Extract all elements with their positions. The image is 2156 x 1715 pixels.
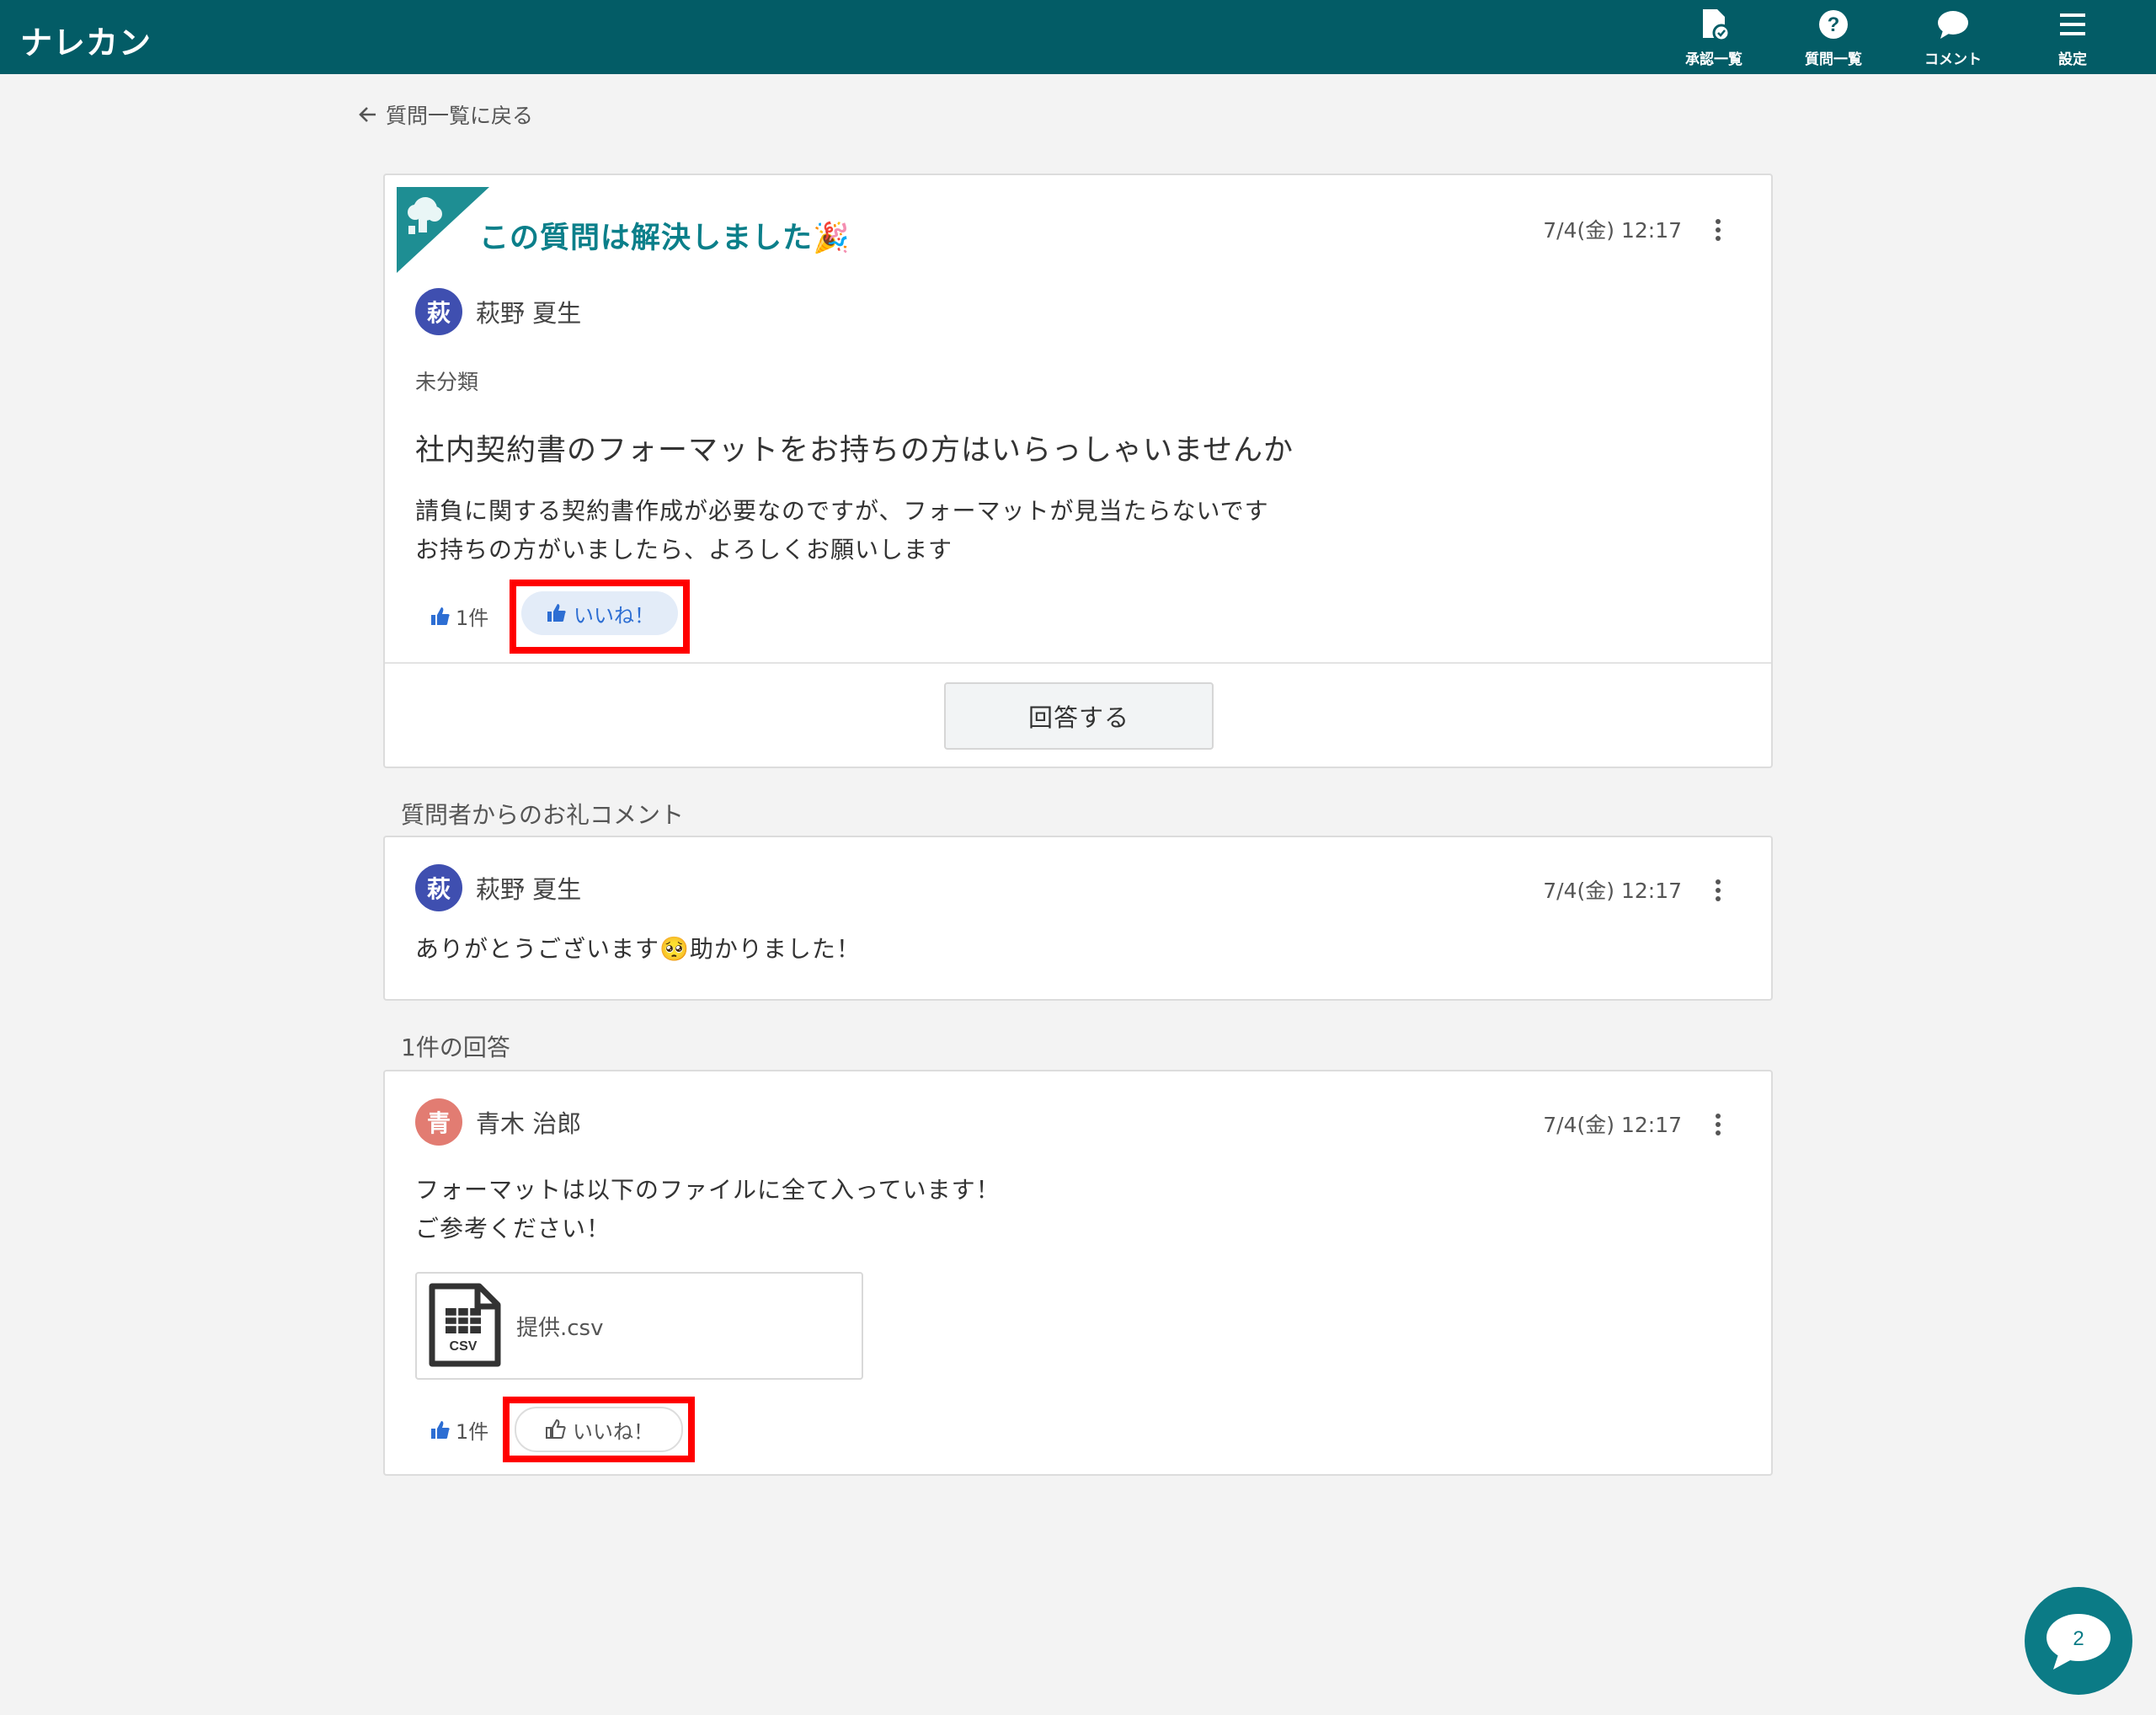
thumbs-up-outline-icon (546, 1418, 566, 1439)
answer-body: フォーマットは以下のファイルに全て入っています！ ご参考ください！ (415, 1171, 1001, 1248)
nav-approval-list[interactable]: 承認一覧 (1654, 0, 1774, 74)
answer-button[interactable]: 回答する (944, 682, 1214, 750)
answer-body-line: ご参考ください！ (415, 1215, 611, 1242)
back-link-label: 質問一覧に戻る (386, 104, 534, 128)
like-button[interactable]: いいね！ (521, 591, 678, 635)
chat-unread-count: 2 (2073, 1627, 2084, 1650)
back-to-question-list-link[interactable]: 質問一覧に戻る (357, 99, 533, 130)
attachment-file[interactable]: CSV 提供.csv (415, 1272, 863, 1380)
answer-body-line: フォーマットは以下のファイルに全て入っています！ (415, 1176, 1001, 1204)
answer-like-row: 1件 (429, 1415, 488, 1445)
svg-text:?: ? (1828, 13, 1840, 36)
speech-bubble-icon (1938, 10, 1968, 39)
like-button-label: いいね！ (574, 603, 654, 628)
like-button-label: いいね！ (573, 1419, 654, 1444)
nav-label: 承認一覧 (1685, 51, 1742, 68)
nav-label: 設定 (2058, 51, 2087, 68)
thanks-comment-author[interactable]: 萩 萩野 夏生 (415, 864, 581, 911)
solved-status-title: この質問は解決しました🎉 (479, 222, 851, 255)
question-body-line: 請負に関する契約書作成が必要なのですが、フォーマットが見当たらないです (415, 497, 1269, 525)
question-circle-icon: ? (1819, 9, 1848, 39)
author-name: 萩野 夏生 (476, 875, 582, 904)
answer-button-area: 回答する (385, 664, 1771, 768)
document-check-icon (1703, 8, 1731, 41)
answer-card: 青 青木 治郎 7/4(金) 12:17 フォーマットは以下のファイルに全て入っ… (383, 1070, 1773, 1476)
csv-file-icon: CSV (429, 1283, 501, 1367)
nav-label: コメント (1924, 51, 1982, 68)
attachment-file-name: 提供.csv (516, 1315, 604, 1341)
avatar: 萩 (415, 288, 462, 335)
avatar: 青 (415, 1098, 462, 1146)
nav-question-list[interactable]: ? 質問一覧 (1774, 0, 1893, 74)
solved-ribbon-icon (397, 187, 489, 273)
question-more-options-icon[interactable] (1712, 216, 1724, 249)
question-body: 請負に関する契約書作成が必要なのですが、フォーマットが見当たらないです お持ちの… (415, 492, 1269, 569)
question-timestamp: 7/4(金) 12:17 (1543, 218, 1682, 243)
like-count-text: 1件 (456, 606, 489, 630)
chat-floating-button[interactable]: 2 (2025, 1587, 2132, 1695)
answer-more-options-icon[interactable] (1712, 1110, 1724, 1144)
answers-section-label: 1件の回答 (401, 1034, 510, 1061)
chat-bubble-icon: 2 (2047, 1614, 2111, 1670)
like-button[interactable]: いいね！ (515, 1407, 683, 1452)
like-count: 1件 (429, 601, 488, 631)
avatar: 萩 (415, 864, 462, 911)
like-count-text: 1件 (456, 1420, 489, 1444)
question-body-line: お持ちの方がいましたら、よろしくお願いします (415, 536, 953, 564)
thanks-comment-card: 萩 萩野 夏生 7/4(金) 12:17 ありがとうございます🥺助かりました！ (383, 836, 1773, 1001)
question-like-row: 1件 (429, 601, 488, 631)
question-category: 未分類 (415, 370, 479, 394)
like-count: 1件 (429, 1415, 488, 1445)
arrow-left-icon (359, 107, 376, 122)
nav-label: 質問一覧 (1805, 51, 1862, 68)
question-author[interactable]: 萩 萩野 夏生 (415, 288, 581, 335)
answer-author[interactable]: 青 青木 治郎 (415, 1098, 581, 1146)
svg-text:CSV: CSV (450, 1339, 478, 1354)
header-nav: 承認一覧 ? 質問一覧 コメント 設定 (1654, 0, 2132, 74)
thumbs-up-filled-icon (431, 606, 450, 625)
question-card: この質問は解決しました🎉 7/4(金) 12:17 萩 萩野 夏生 未分類 社内… (383, 174, 1773, 768)
thumbs-up-filled-icon (431, 1420, 450, 1439)
author-name: 青木 治郎 (476, 1109, 582, 1138)
nav-settings[interactable]: 設定 (2013, 0, 2132, 74)
thanks-comment-text: ありがとうございます🥺助かりました！ (415, 935, 861, 963)
answer-timestamp: 7/4(金) 12:17 (1543, 1113, 1682, 1137)
brand-logo[interactable]: ナレカン (20, 17, 152, 63)
question-title: 社内契約書のフォーマットをお持ちの方はいらっしゃいませんか (415, 434, 1294, 467)
top-navigation-bar: ナレカン 承認一覧 ? 質問一覧 コメント 設定 (0, 0, 2156, 74)
author-name: 萩野 夏生 (476, 299, 582, 328)
thanks-comment-timestamp: 7/4(金) 12:17 (1543, 879, 1682, 903)
hamburger-menu-icon (2060, 13, 2085, 35)
nav-comments[interactable]: コメント (1893, 0, 2013, 74)
thanks-comment-more-options-icon[interactable] (1712, 876, 1724, 910)
thumbs-up-filled-icon (547, 604, 566, 622)
thanks-section-label: 質問者からのお礼コメント (401, 801, 685, 829)
